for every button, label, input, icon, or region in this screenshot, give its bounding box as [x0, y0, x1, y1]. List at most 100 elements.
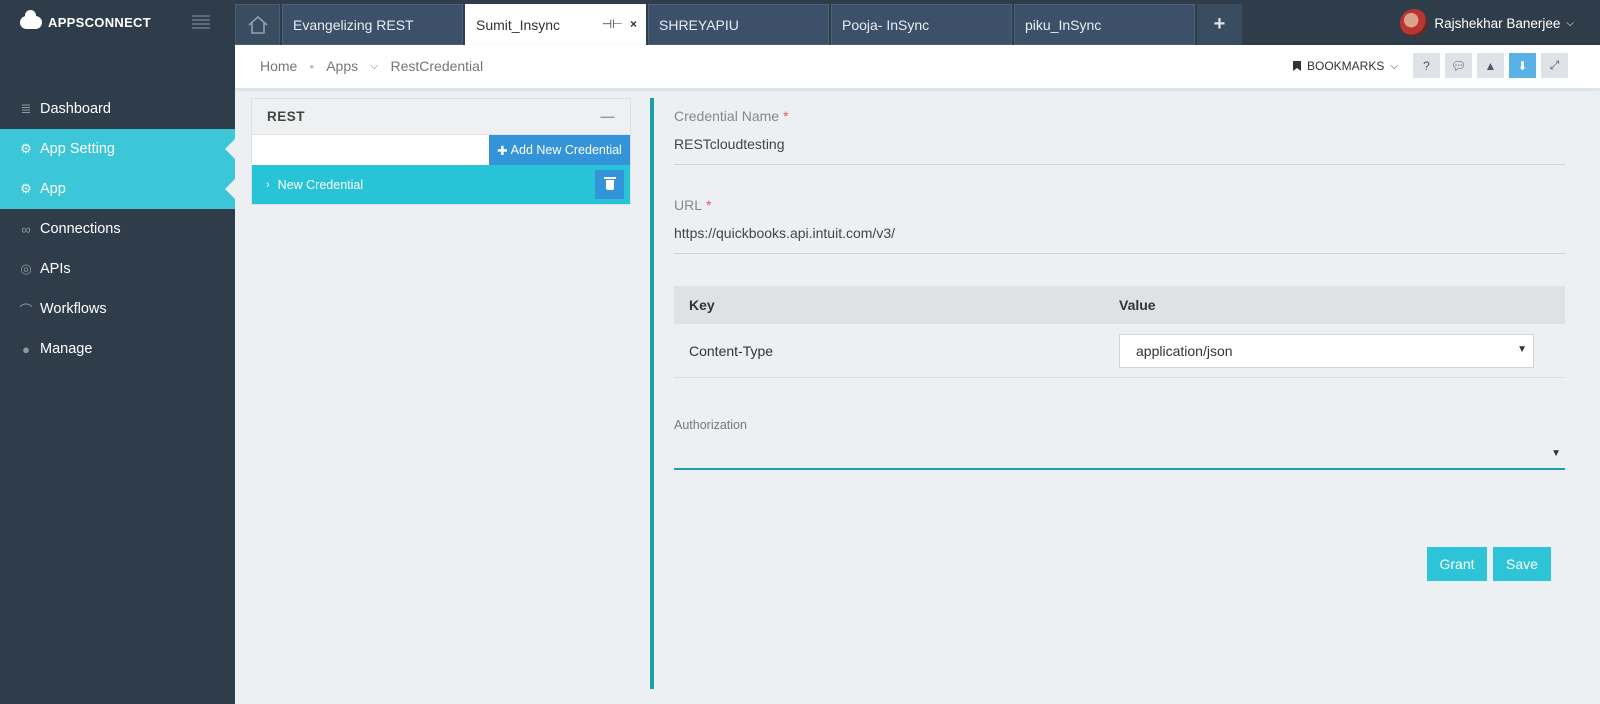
tab-sumit-insync[interactable]: Sumit_Insync ⊣⊢ × — [465, 4, 646, 45]
separator-icon: ● — [309, 61, 315, 71]
home-icon — [247, 15, 268, 34]
save-button[interactable]: Save — [1493, 547, 1551, 581]
headers-table: Key Value Content-Type application/json … — [674, 286, 1565, 378]
add-new-credential-label: Add New Credential — [510, 143, 622, 157]
authorization-label: Authorization — [674, 418, 747, 432]
tab-shreyapiu[interactable]: SHREYAPIU — [648, 4, 829, 45]
url-input[interactable]: https://quickbooks.api.intuit.com/v3/ — [674, 225, 1565, 254]
column-header-value: Value — [1119, 297, 1156, 313]
authorization-select[interactable]: ▼ — [674, 440, 1565, 470]
top-bar: Evangelizing REST Sumit_Insync ⊣⊢ × SHRE… — [235, 0, 1600, 45]
trash-icon — [603, 176, 616, 190]
breadcrumb-apps[interactable]: Apps — [326, 58, 358, 74]
credential-name-label-text: Credential Name — [674, 108, 780, 124]
expand-icon: ⤢ — [1549, 58, 1560, 72]
sidebar-item-app-setting[interactable]: ⚙ App Setting — [0, 129, 235, 169]
menu-toggle-icon[interactable] — [192, 15, 210, 29]
sidebar-item-label: App — [40, 181, 66, 197]
table-row: Content-Type application/json ▼ — [674, 324, 1565, 378]
selected-value: application/json — [1136, 342, 1233, 359]
tab-label: piku_InSync — [1025, 17, 1102, 33]
breadcrumb-bar: Home ● Apps ⌵ RestCredential BOOKMARKS ⌵… — [235, 45, 1600, 89]
tab-evangelizing-rest[interactable]: Evangelizing REST — [282, 4, 463, 45]
tab-label: SHREYAPIU — [659, 17, 739, 33]
sidebar-item-label: App Setting — [40, 141, 115, 157]
chevron-right-icon: › — [266, 178, 270, 191]
sidebar: APPSCONNECT ≣ Dashboard ⚙ App Setting ⚙ … — [0, 0, 235, 704]
help-button[interactable]: ? — [1413, 53, 1440, 78]
tab-label: Evangelizing REST — [293, 17, 414, 33]
chat-icon: ● — [22, 341, 30, 357]
panel-header: REST — — [252, 99, 630, 135]
download-button[interactable]: ⬇ — [1509, 53, 1536, 78]
brand-logo[interactable]: APPSCONNECT — [20, 10, 151, 30]
notifications-button[interactable]: ▲ — [1477, 53, 1504, 78]
sidebar-item-workflows[interactable]: ⌒ Workflows — [0, 289, 235, 329]
avatar — [1400, 9, 1429, 37]
workflow-icon: ⌒ — [19, 302, 33, 318]
panel-toolbar: ✚ Add New Credential — [252, 135, 630, 165]
tab-pooja-insync[interactable]: Pooja- InSync — [831, 4, 1012, 45]
gear-icon: ⚙ — [20, 181, 32, 196]
credential-search-input[interactable] — [252, 135, 489, 165]
api-icon: ◎ — [20, 261, 32, 276]
breadcrumb-home[interactable]: Home — [260, 58, 297, 74]
chevron-down-icon: ⌵ — [1566, 17, 1574, 29]
bookmarks-menu[interactable]: BOOKMARKS ⌵ — [1293, 59, 1398, 73]
pin-icon[interactable]: ⊣⊢ — [602, 17, 623, 31]
bell-icon: ▲ — [1484, 58, 1497, 73]
sidebar-item-apis[interactable]: ◎ APIs — [0, 249, 235, 289]
add-tab-button[interactable]: + — [1197, 4, 1242, 45]
home-tab[interactable] — [235, 4, 280, 45]
collapse-icon[interactable]: — — [601, 108, 616, 124]
sidebar-item-label: Dashboard — [40, 101, 111, 117]
sidebar-item-label: Workflows — [40, 301, 107, 317]
sidebar-item-label: APIs — [40, 261, 71, 277]
chevron-down-icon[interactable]: ⌵ — [370, 60, 378, 73]
sidebar-item-dashboard[interactable]: ≣ Dashboard — [0, 89, 235, 129]
header-value-select[interactable]: application/json ▼ — [1119, 333, 1534, 368]
tab-label: Sumit_Insync — [476, 17, 561, 33]
add-new-credential-button[interactable]: ✚ Add New Credential — [489, 135, 630, 165]
fullscreen-button[interactable]: ⤢ — [1541, 53, 1568, 78]
credential-name-field: Credential Name * RESTcloudtesting — [674, 108, 1565, 165]
chevron-down-icon: ⌵ — [1390, 60, 1398, 72]
sidebar-item-manage[interactable]: ● Manage — [0, 329, 235, 369]
tab-piku-insync[interactable]: piku_InSync — [1014, 4, 1195, 45]
credential-name-input[interactable]: RESTcloudtesting — [674, 136, 1565, 165]
url-label: URL * — [674, 197, 1565, 213]
sidebar-nav: ≣ Dashboard ⚙ App Setting ⚙ App ∞ Connec… — [0, 89, 235, 369]
authorization-field: Authorization ▼ — [674, 418, 1565, 470]
sidebar-item-app[interactable]: ⚙ App — [0, 169, 235, 209]
credential-list-item[interactable]: › New Credential — [252, 165, 630, 204]
link-icon: ∞ — [21, 221, 31, 237]
column-header-key: Key — [689, 297, 715, 313]
url-label-text: URL — [674, 197, 703, 213]
credential-label: New Credential — [277, 177, 364, 192]
required-mark: * — [783, 108, 789, 124]
help-icon: ? — [1423, 58, 1430, 73]
gear-icon: ⚙ — [20, 141, 32, 156]
credentials-panel: REST — ✚ Add New Credential › New Creden… — [251, 98, 631, 205]
delete-credential-button[interactable] — [595, 170, 624, 199]
cloud-icon — [20, 10, 42, 29]
sidebar-item-label: Connections — [40, 221, 121, 237]
dropdown-arrow-icon: ▼ — [1551, 448, 1561, 459]
tab-controls: ⊣⊢ × — [602, 17, 637, 31]
close-icon[interactable]: × — [630, 17, 637, 31]
grant-button[interactable]: Grant — [1427, 547, 1487, 581]
required-mark: * — [706, 197, 712, 213]
chat-button[interactable]: 💬︎ — [1445, 53, 1472, 78]
table-header: Key Value — [674, 286, 1565, 324]
tab-label: Pooja- InSync — [842, 17, 930, 33]
credential-name-label: Credential Name * — [674, 108, 1565, 124]
user-menu[interactable]: Rajshekhar Banerjee ⌵ — [1400, 9, 1574, 37]
chat-icon: 💬︎ — [1450, 58, 1467, 73]
breadcrumb-current: RestCredential — [390, 58, 484, 74]
panel-title: REST — [267, 109, 306, 124]
sidebar-item-label: Manage — [40, 341, 93, 357]
bookmark-icon — [1293, 61, 1301, 71]
database-icon: ≣ — [20, 101, 32, 116]
sidebar-item-connections[interactable]: ∞ Connections — [0, 209, 235, 249]
brand-name: APPSCONNECT — [48, 15, 151, 30]
